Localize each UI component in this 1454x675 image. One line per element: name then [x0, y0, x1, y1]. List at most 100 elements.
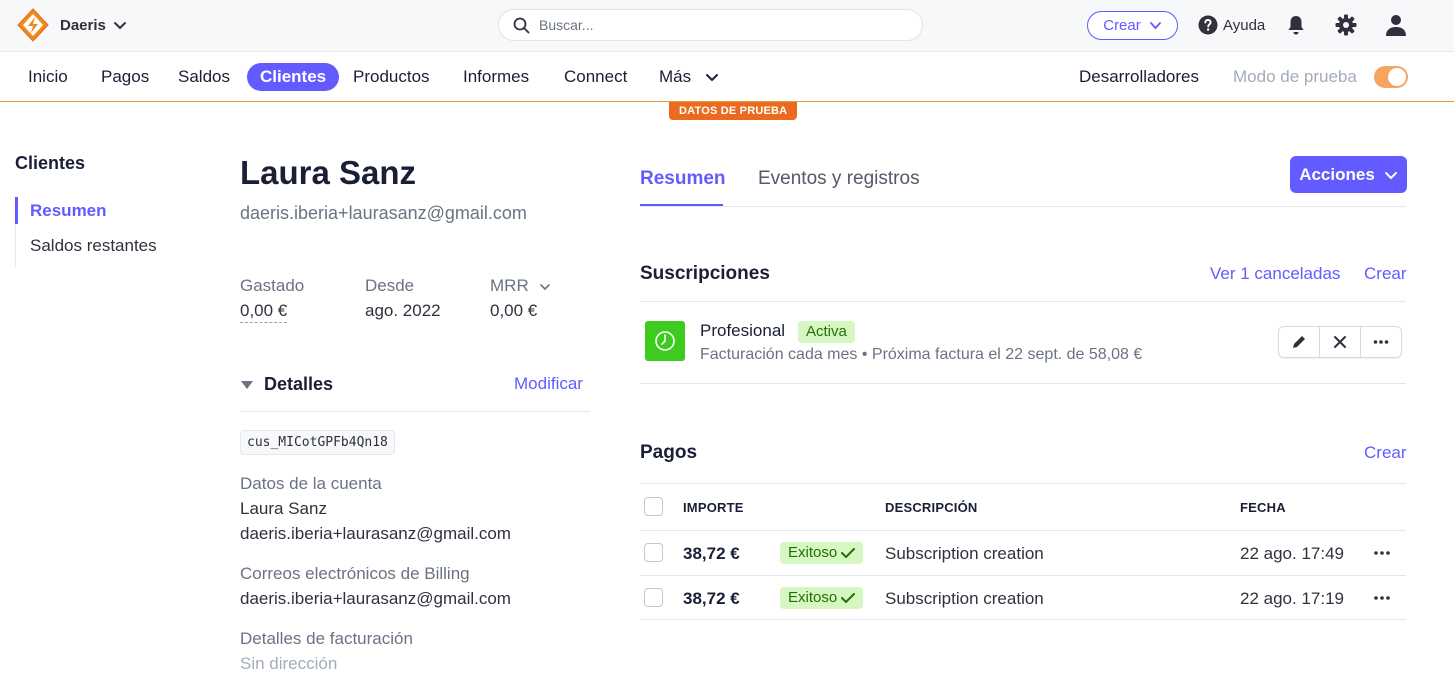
payment-description: Subscription creation: [885, 589, 1044, 608]
chevron-down-icon: [540, 283, 551, 290]
create-button-label: Crear: [1103, 17, 1141, 34]
top-bar: Daeris Crear Ayuda: [0, 0, 1454, 52]
stat-label-spent: Gastado: [240, 276, 305, 295]
nav-item-connect[interactable]: Connect: [564, 67, 627, 87]
modify-details-link[interactable]: Modificar: [514, 374, 583, 394]
gear-icon[interactable]: [1335, 14, 1357, 36]
close-icon: [1334, 336, 1346, 348]
create-subscription-link[interactable]: Crear: [1364, 264, 1407, 284]
payment-amount[interactable]: 38,72 €: [683, 589, 740, 609]
stat-value-spent[interactable]: 0,00 €: [240, 301, 288, 323]
user-icon[interactable]: [1384, 13, 1408, 37]
customer-name: Laura Sanz: [240, 154, 417, 191]
payment-status-label: Exitoso: [788, 544, 838, 561]
nav-item-informes[interactable]: Informes: [463, 67, 529, 87]
stat-value-mrr: 0,00 €: [490, 301, 538, 320]
nav-item-clientes[interactable]: Clientes: [247, 63, 340, 91]
developers-link[interactable]: Desarrolladores: [1079, 67, 1199, 87]
more-icon[interactable]: [1372, 548, 1392, 558]
checkmark-icon: [841, 593, 856, 604]
nav-item-mas-label: Más: [659, 67, 692, 86]
billing-address: Sin dirección: [240, 654, 338, 673]
subscriptions-divider: [640, 301, 1406, 302]
billing-emails-label: Correos electrónicos de Billing: [240, 564, 470, 583]
sidebar-active-indicator: [15, 197, 18, 224]
payment-date: 22 ago. 17:19: [1240, 589, 1344, 608]
test-mode-toggle[interactable]: [1374, 66, 1408, 88]
nav-item-pagos[interactable]: Pagos: [101, 67, 149, 87]
pencil-icon: [1293, 336, 1305, 348]
sidebar-item-resumen[interactable]: Resumen: [30, 201, 107, 221]
more-subscription-button[interactable]: [1361, 327, 1401, 357]
chevron-down-icon: [1149, 22, 1161, 30]
account-details-label: Datos de la cuenta: [240, 474, 382, 493]
payment-row-divider: [640, 575, 1406, 576]
more-icon[interactable]: [1372, 593, 1392, 603]
row-checkbox[interactable]: [644, 588, 663, 607]
edit-subscription-button[interactable]: [1279, 327, 1320, 357]
row-checkbox[interactable]: [644, 543, 663, 562]
search-icon: [513, 17, 530, 34]
account-details-name: Laura Sanz: [240, 499, 327, 518]
chevron-down-icon: [705, 73, 718, 81]
cancel-subscription-button[interactable]: [1320, 327, 1361, 357]
payments-header-divider: [640, 530, 1406, 531]
help-icon: [1198, 15, 1218, 35]
subscription-product-icon: [645, 321, 685, 361]
subscription-description: Facturación cada mes • Próxima factura e…: [700, 346, 1143, 363]
payment-amount[interactable]: 38,72 €: [683, 544, 740, 564]
tab-resumen[interactable]: Resumen: [640, 168, 726, 190]
more-icon: [1373, 340, 1389, 344]
account-details-email: daeris.iberia+laurasanz@gmail.com: [240, 524, 511, 543]
view-canceled-link[interactable]: Ver 1 canceladas: [1210, 264, 1340, 284]
customer-id[interactable]: cus_MICotGPFb4Qn18: [240, 430, 395, 455]
stat-value-since: ago. 2022: [365, 301, 441, 320]
help-button[interactable]: Ayuda: [1198, 15, 1265, 35]
actions-button[interactable]: Acciones: [1290, 156, 1407, 193]
stat-label-since: Desde: [365, 276, 415, 295]
checkmark-icon: [841, 548, 856, 559]
payment-description: Subscription creation: [885, 544, 1044, 563]
sidebar-title: Clientes: [15, 153, 86, 173]
customer-email: daeris.iberia+laurasanz@gmail.com: [240, 203, 527, 223]
payment-row-divider: [640, 619, 1406, 620]
actions-button-label: Acciones: [1299, 164, 1375, 184]
bell-icon[interactable]: [1286, 14, 1306, 36]
test-mode-label: Modo de prueba: [1233, 67, 1357, 86]
select-all-checkbox[interactable]: [644, 497, 663, 516]
details-divider: [240, 411, 590, 412]
nav-item-mas[interactable]: Más: [659, 67, 720, 87]
details-title: Detalles: [264, 374, 334, 394]
account-logo-icon[interactable]: [15, 7, 51, 43]
nav-item-saldos[interactable]: Saldos: [178, 67, 230, 87]
payment-status-badge: Exitoso: [780, 542, 864, 564]
account-name[interactable]: Daeris: [60, 17, 106, 34]
stat-label-mrr[interactable]: MRR: [490, 276, 551, 296]
subscription-status-badge: Activa: [798, 321, 855, 343]
nav-item-productos[interactable]: Productos: [353, 67, 430, 87]
help-label: Ayuda: [1223, 16, 1266, 34]
details-toggle[interactable]: Detalles: [240, 374, 333, 395]
payments-divider: [640, 483, 1406, 484]
search-input[interactable]: [539, 10, 909, 40]
column-header-date: FECHA: [1240, 500, 1286, 515]
subscription-name[interactable]: Profesional: [700, 321, 785, 341]
subscription-actions: [1278, 326, 1402, 358]
nav-item-inicio[interactable]: Inicio: [28, 67, 68, 87]
caret-down-icon: [241, 380, 253, 389]
column-header-amount: IMPORTE: [683, 500, 744, 515]
main-nav: Inicio Pagos Saldos Clientes Productos I…: [0, 52, 1454, 102]
payment-status-label: Exitoso: [788, 589, 838, 606]
search-bar[interactable]: [498, 9, 923, 41]
tab-eventos-registros[interactable]: Eventos y registros: [758, 168, 920, 190]
subscription-row-divider: [640, 383, 1406, 384]
billing-details-label: Detalles de facturación: [240, 629, 413, 648]
billing-email: daeris.iberia+laurasanz@gmail.com: [240, 589, 511, 608]
sidebar-item-saldos-restantes[interactable]: Saldos restantes: [30, 236, 157, 256]
create-button[interactable]: Crear: [1087, 11, 1178, 40]
chevron-down-icon[interactable]: [112, 18, 128, 34]
create-payment-link[interactable]: Crear: [1364, 443, 1407, 463]
test-mode-toggle-knob: [1388, 68, 1406, 86]
tabs-divider: [640, 206, 1406, 207]
payment-status-badge: Exitoso: [780, 587, 864, 609]
